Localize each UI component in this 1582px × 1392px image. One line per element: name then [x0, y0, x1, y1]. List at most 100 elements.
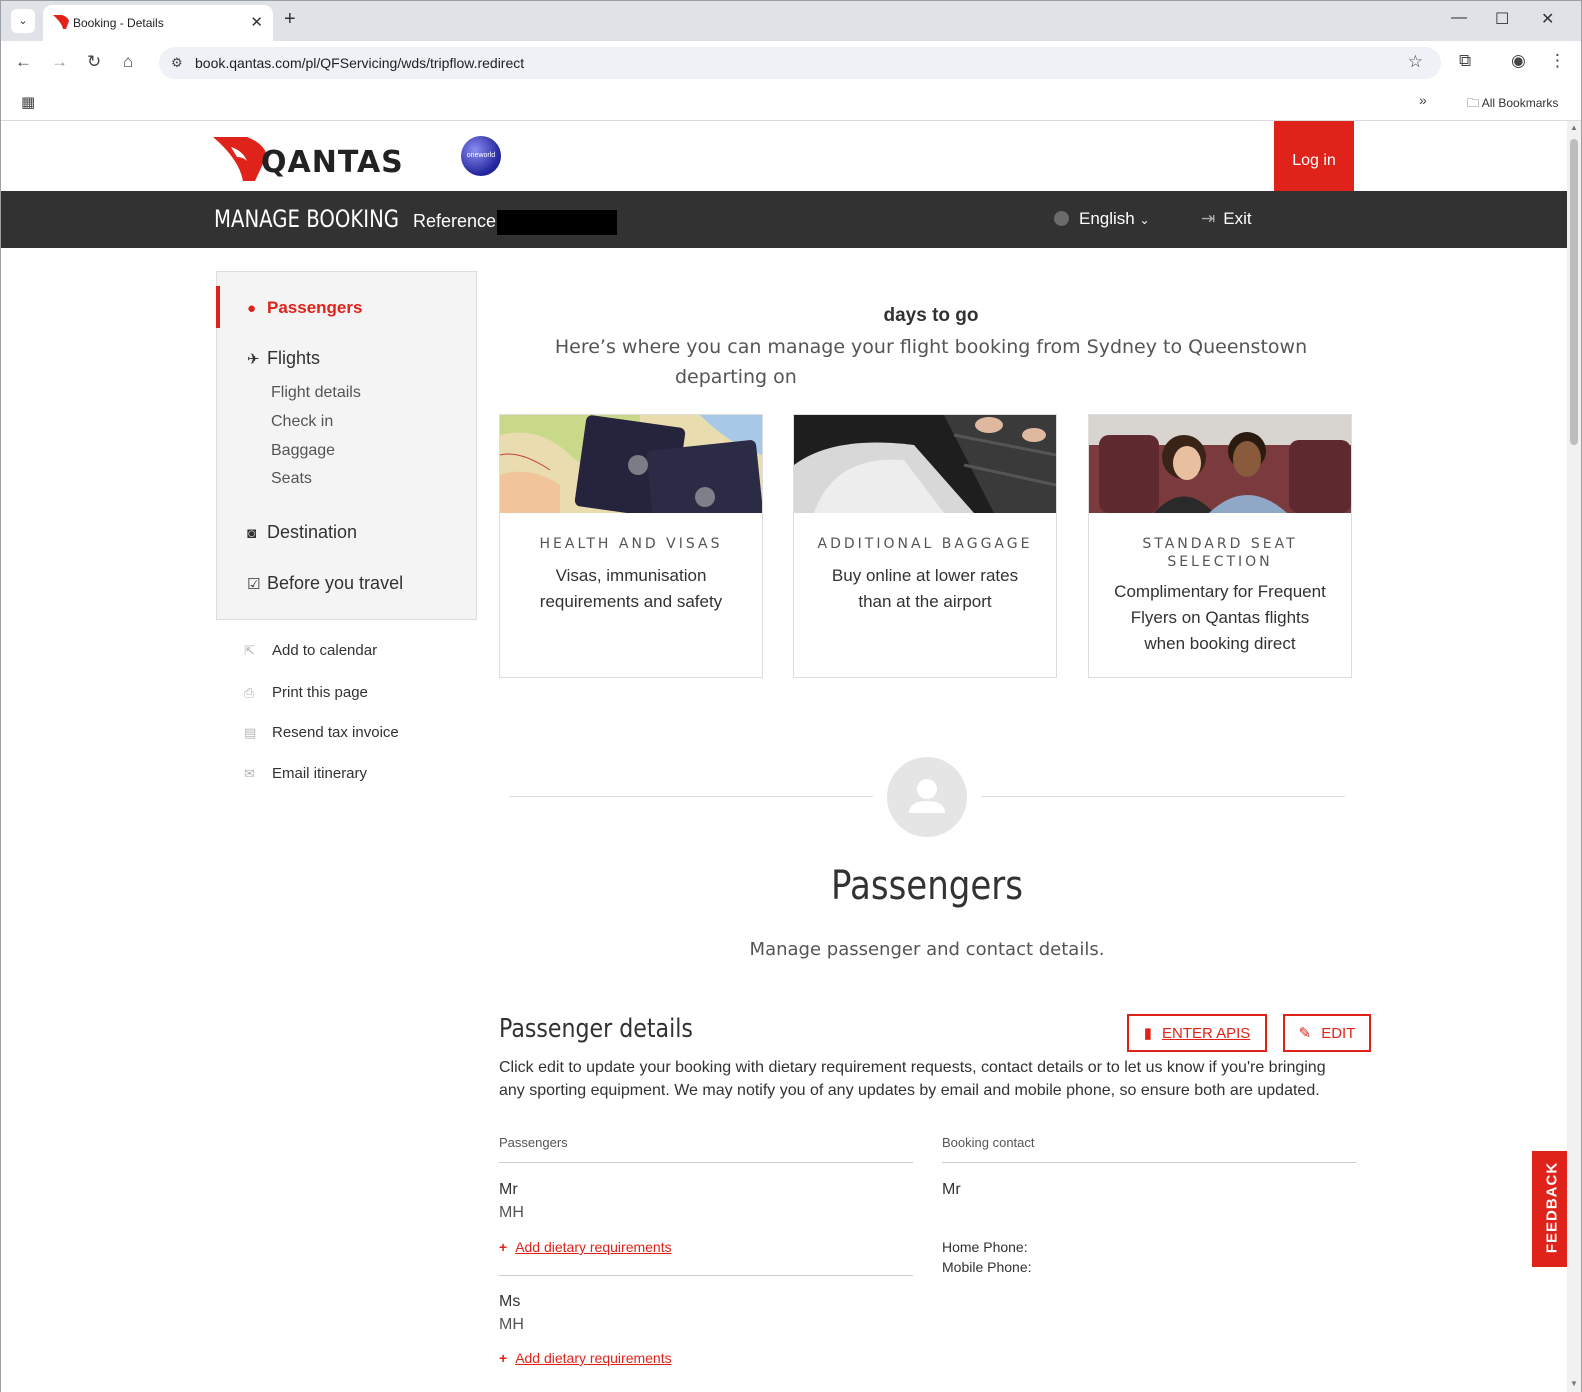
- person-icon: [909, 779, 945, 813]
- forward-icon[interactable]: →: [51, 52, 68, 72]
- tab-search-icon[interactable]: ⌄: [11, 9, 35, 33]
- card-description: Visas, immunisation requirements and saf…: [539, 566, 723, 611]
- passenger-initials: MH: [499, 1316, 524, 1333]
- bookmarks-overflow-icon[interactable]: »: [1419, 92, 1427, 108]
- email-itinerary-link[interactable]: ✉ Email itinerary: [244, 765, 367, 782]
- profile-icon[interactable]: ◉: [1511, 51, 1526, 71]
- bookmark-star-icon[interactable]: ☆: [1408, 52, 1423, 72]
- minimize-icon[interactable]: —: [1451, 9, 1467, 27]
- sidebar-item-check-in[interactable]: Check in: [271, 413, 333, 431]
- site-header: QANTAS oneworld Log in: [1, 121, 1567, 200]
- pencil-icon: ✎: [1298, 1025, 1312, 1042]
- sidebar-item-passengers[interactable]: ● Passengers: [247, 298, 362, 318]
- page-title: MANAGE BOOKING: [214, 205, 400, 233]
- card-description: Buy online at lower rates than at the ai…: [831, 566, 1019, 611]
- kangaroo-logo-icon: [213, 137, 267, 181]
- exit-button[interactable]: ⇥ Exit: [1201, 209, 1252, 229]
- section-title: Passengers: [831, 863, 1023, 909]
- section-divider-left: [509, 796, 873, 797]
- passengers-seated-image: [1089, 415, 1351, 513]
- avatar: [887, 757, 967, 837]
- mobile-phone-label: Mobile Phone:: [942, 1259, 1032, 1275]
- tab-close-icon[interactable]: ✕: [250, 13, 263, 31]
- page-viewport: QANTAS oneworld Log in MANAGE BOOKING Re…: [1, 121, 1567, 1392]
- page-scrollbar[interactable]: ▲ ▼: [1567, 121, 1581, 1392]
- extensions-icon[interactable]: ⧉: [1459, 51, 1471, 71]
- print-page-link[interactable]: ⎙ Print this page: [244, 684, 368, 701]
- site-info-icon[interactable]: ⚙: [171, 55, 183, 71]
- scroll-thumb[interactable]: [1570, 139, 1578, 445]
- enter-apis-button[interactable]: ▮ ENTER APIS: [1127, 1014, 1267, 1052]
- maximize-icon[interactable]: ☐: [1495, 9, 1509, 29]
- passengers-column-label: Passengers: [499, 1135, 568, 1150]
- plus-icon: +: [499, 1350, 508, 1366]
- add-to-calendar-link[interactable]: ⇱ Add to calendar: [244, 642, 377, 659]
- sidebar-item-before-you-travel[interactable]: ☑ Before you travel: [247, 573, 403, 594]
- login-button[interactable]: Log in: [1274, 121, 1354, 200]
- sidebar-item-baggage[interactable]: Baggage: [271, 442, 335, 460]
- section-divider-right: [981, 796, 1345, 797]
- sidebar-item-flight-details[interactable]: Flight details: [271, 384, 361, 402]
- menu-icon[interactable]: ⋮: [1549, 51, 1566, 71]
- chevron-down-icon: ⌄: [1139, 213, 1150, 227]
- brand-wordmark: QANTAS: [261, 145, 404, 180]
- scroll-down-icon[interactable]: ▼: [1570, 1379, 1578, 1388]
- exit-icon: ⇥: [1201, 209, 1216, 228]
- qantas-logo[interactable]: QANTAS: [213, 137, 423, 181]
- card-kicker: ADDITIONAL BAGGAGE: [817, 536, 1033, 552]
- column-rule: [499, 1162, 913, 1163]
- baggage-image: [794, 415, 1056, 513]
- back-icon[interactable]: ←: [15, 52, 32, 72]
- plus-icon: +: [499, 1239, 508, 1255]
- card-kicker: HEALTH AND VISAS: [539, 536, 723, 552]
- person-icon: ●: [247, 300, 257, 317]
- address-bar[interactable]: ⚙ book.qantas.com/pl/QFServicing/wds/tri…: [159, 47, 1441, 79]
- row-rule: [499, 1275, 913, 1276]
- active-indicator: [216, 286, 220, 328]
- sidebar-item-flights[interactable]: ✈ Flights: [247, 348, 320, 369]
- sidebar-item-destination[interactable]: ◙ Destination: [247, 522, 357, 543]
- section-subtitle: Manage passenger and contact details.: [749, 939, 1105, 960]
- tab-strip: ⌄ Booking - Details ✕ + — ☐ ✕: [1, 1, 1581, 41]
- card-additional-baggage[interactable]: ADDITIONAL BAGGAGE Buy online at lower r…: [793, 414, 1057, 678]
- checkbox-icon: ☑: [247, 576, 261, 593]
- passenger-title: Mr: [499, 1181, 518, 1198]
- card-seat-selection[interactable]: STANDARD SEAT SELECTION Complimentary fo…: [1088, 414, 1352, 678]
- plane-icon: ✈: [247, 351, 260, 368]
- manage-booking-bar: MANAGE BOOKING Reference English ⌄ ⇥ Exit: [1, 191, 1567, 248]
- passports-image: [500, 415, 762, 513]
- passenger-details-title: Passenger details: [499, 1014, 693, 1044]
- camera-icon: ◙: [247, 525, 257, 542]
- card-health-visas[interactable]: HEALTH AND VISAS Visas, immunisation req…: [499, 414, 763, 678]
- booking-contact-label: Booking contact: [942, 1135, 1035, 1150]
- edit-button[interactable]: ✎ EDIT: [1283, 1014, 1371, 1052]
- apps-grid-icon[interactable]: ▦: [21, 93, 35, 111]
- column-rule: [942, 1162, 1356, 1163]
- printer-icon: ⎙: [244, 685, 255, 700]
- browser-tab[interactable]: Booking - Details ✕: [43, 5, 273, 41]
- booking-sidebar: ● Passengers ✈ Flights Flight details Chec…: [216, 271, 477, 620]
- add-dietary-link[interactable]: + Add dietary requirements: [499, 1350, 672, 1366]
- bookmarks-bar: ▦ » 🗀 All Bookmarks: [1, 85, 1581, 121]
- url-text: book.qantas.com/pl/QFServicing/wds/tripf…: [195, 55, 525, 71]
- all-bookmarks-button[interactable]: 🗀 All Bookmarks: [1467, 94, 1558, 115]
- passenger-initials: MH: [499, 1204, 524, 1221]
- document-icon: ▮: [1143, 1025, 1152, 1042]
- language-selector[interactable]: English ⌄: [1054, 209, 1150, 229]
- scroll-up-icon[interactable]: ▲: [1570, 123, 1578, 132]
- resend-tax-invoice-link[interactable]: ▤ Resend tax invoice: [244, 724, 399, 741]
- feedback-tab[interactable]: FEEDBACK: [1532, 1151, 1567, 1267]
- passenger-title: Ms: [499, 1293, 521, 1310]
- reload-icon[interactable]: ↻: [87, 52, 101, 72]
- new-tab-icon[interactable]: +: [284, 8, 296, 31]
- sidebar-item-seats[interactable]: Seats: [271, 470, 312, 488]
- window-close-icon[interactable]: ✕: [1541, 9, 1554, 29]
- add-dietary-link[interactable]: + Add dietary requirements: [499, 1239, 672, 1255]
- oneworld-logo[interactable]: oneworld: [461, 136, 501, 176]
- booking-intro: Here’s where you can manage your flight …: [554, 336, 1308, 388]
- home-icon[interactable]: ⌂: [123, 52, 133, 72]
- browser-toolbar: ← → ↻ ⌂ ⚙ book.qantas.com/pl/QFServicing…: [1, 41, 1581, 85]
- card-kicker: STANDARD SEAT SELECTION: [1142, 536, 1298, 570]
- envelope-icon: ✉: [244, 766, 255, 781]
- reference-redacted: [497, 210, 617, 235]
